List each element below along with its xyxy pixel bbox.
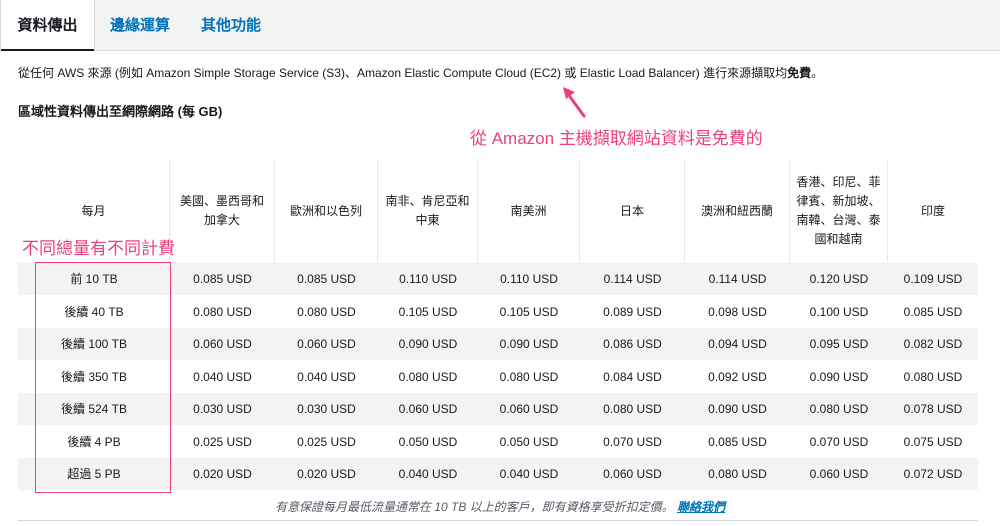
price-cell: 0.050 USD <box>398 434 458 449</box>
price-cell: 0.060 USD <box>499 402 559 416</box>
price-cell: 0.060 USD <box>398 402 458 416</box>
price-cell: 0.050 USD <box>499 434 559 449</box>
price-cell: 0.080 USD <box>603 402 662 416</box>
price-cell: 0.114 USD <box>603 272 662 286</box>
price-cell: 0.040 USD <box>398 467 458 481</box>
price-cell: 0.040 USD <box>297 369 356 384</box>
price-cell: 0.090 USD <box>499 337 559 351</box>
header-japan: 日本 <box>580 160 685 262</box>
price-cell: 0.078 USD <box>903 402 963 416</box>
price-cell: 0.030 USD <box>297 402 356 416</box>
annotation-free-note: 從 Amazon 主機擷取網站資料是免費的 <box>470 129 763 148</box>
price-cell: 0.040 USD <box>193 369 252 384</box>
header-australia-new-zealand: 澳洲和紐西蘭 <box>685 160 790 262</box>
price-cell: 0.085 USD <box>708 434 767 449</box>
footnote-text: 有意保證每月最低流量通常在 10 TB 以上的客戶，即有資格享受折扣定價。 <box>274 500 674 514</box>
price-cell: 0.100 USD <box>809 304 869 319</box>
tab-other-features[interactable]: 其他功能 <box>185 0 277 51</box>
price-cell: 0.098 USD <box>708 304 767 319</box>
annotation-arrow-icon <box>563 87 586 118</box>
intro-end: 。 <box>811 66 824 80</box>
price-cell: 0.025 USD <box>193 434 252 449</box>
tab-edge-computing[interactable]: 邊緣運算 <box>95 0 185 51</box>
price-cell: 0.089 USD <box>603 304 662 319</box>
price-cell: 0.090 USD <box>809 369 869 384</box>
header-south-africa-kenya-middle-east: 南非、肯尼亞和中東 <box>378 160 478 262</box>
price-cell: 0.020 USD <box>193 467 252 481</box>
intro-free: 免費 <box>787 66 812 80</box>
price-cell: 0.109 USD <box>903 272 963 286</box>
price-cell: 0.075 USD <box>903 434 963 449</box>
price-cell: 0.080 USD <box>398 369 458 384</box>
tier-highlight-box <box>35 262 171 493</box>
price-cell: 0.080 USD <box>809 402 869 416</box>
price-cell: 0.090 USD <box>398 337 458 351</box>
header-india: 印度 <box>920 203 945 218</box>
price-cell: 0.086 USD <box>603 337 662 351</box>
price-cell: 0.072 USD <box>903 467 963 481</box>
section-title: 區域性資料傳出至網際網路 (每 GB) <box>18 104 223 119</box>
header-asia-pacific: 香港、印尼、菲律賓、新加坡、南韓、台灣、泰國和越南 <box>790 160 888 262</box>
divider <box>18 520 978 521</box>
price-cell: 0.110 USD <box>500 272 558 286</box>
header-europe-israel: 歐洲和以色列 <box>275 160 378 262</box>
tab-bar: 資料傳出 邊緣運算 其他功能 <box>0 0 1000 52</box>
price-cell: 0.060 USD <box>297 337 356 351</box>
price-cell: 0.080 USD <box>297 304 356 319</box>
price-cell: 0.085 USD <box>297 272 356 286</box>
price-cell: 0.114 USD <box>708 272 767 286</box>
contact-us-link[interactable]: 聯絡我們 <box>677 500 725 514</box>
table-header: 每月 美國、墨西哥和加拿大 歐洲和以色列 南非、肯尼亞和中東 南美洲 日本 澳洲… <box>18 160 978 262</box>
price-cell: 0.080 USD <box>193 304 252 319</box>
header-us-mexico-canada: 美國、墨西哥和加拿大 <box>170 160 275 262</box>
price-cell: 0.030 USD <box>193 402 252 416</box>
price-cell: 0.020 USD <box>297 467 356 481</box>
footnote: 有意保證每月最低流量通常在 10 TB 以上的客戶，即有資格享受折扣定價。 聯絡… <box>0 498 1000 515</box>
price-cell: 0.080 USD <box>499 369 559 384</box>
price-cell: 0.094 USD <box>708 337 767 351</box>
header-month: 每月 <box>18 160 170 262</box>
price-cell: 0.082 USD <box>903 337 963 351</box>
price-cell: 0.085 USD <box>193 272 252 286</box>
price-cell: 0.105 USD <box>398 304 458 319</box>
price-cell: 0.090 USD <box>708 402 767 416</box>
price-cell: 0.025 USD <box>297 434 356 449</box>
price-cell: 0.120 USD <box>809 272 869 286</box>
price-cell: 0.080 USD <box>708 467 767 481</box>
intro-body: 從任何 AWS 來源 (例如 Amazon Simple Storage Ser… <box>18 66 788 80</box>
price-cell: 0.060 USD <box>193 337 252 351</box>
price-cell: 0.070 USD <box>603 434 662 449</box>
header-south-america: 南美洲 <box>478 160 580 262</box>
tab-data-transfer-out[interactable]: 資料傳出 <box>0 0 95 52</box>
intro-text: 從任何 AWS 來源 (例如 Amazon Simple Storage Ser… <box>18 64 823 81</box>
price-cell: 0.110 USD <box>399 272 457 286</box>
price-cell: 0.105 USD <box>499 304 559 319</box>
price-cell: 0.095 USD <box>809 337 869 351</box>
price-cell: 0.092 USD <box>708 369 767 384</box>
price-cell: 0.060 USD <box>809 467 869 481</box>
price-cell: 0.085 USD <box>903 304 963 319</box>
price-cell: 0.060 USD <box>603 467 662 481</box>
price-cell: 0.084 USD <box>603 369 662 384</box>
price-cell: 0.040 USD <box>499 467 559 481</box>
price-cell: 0.080 USD <box>903 369 963 384</box>
price-cell: 0.070 USD <box>809 434 869 449</box>
